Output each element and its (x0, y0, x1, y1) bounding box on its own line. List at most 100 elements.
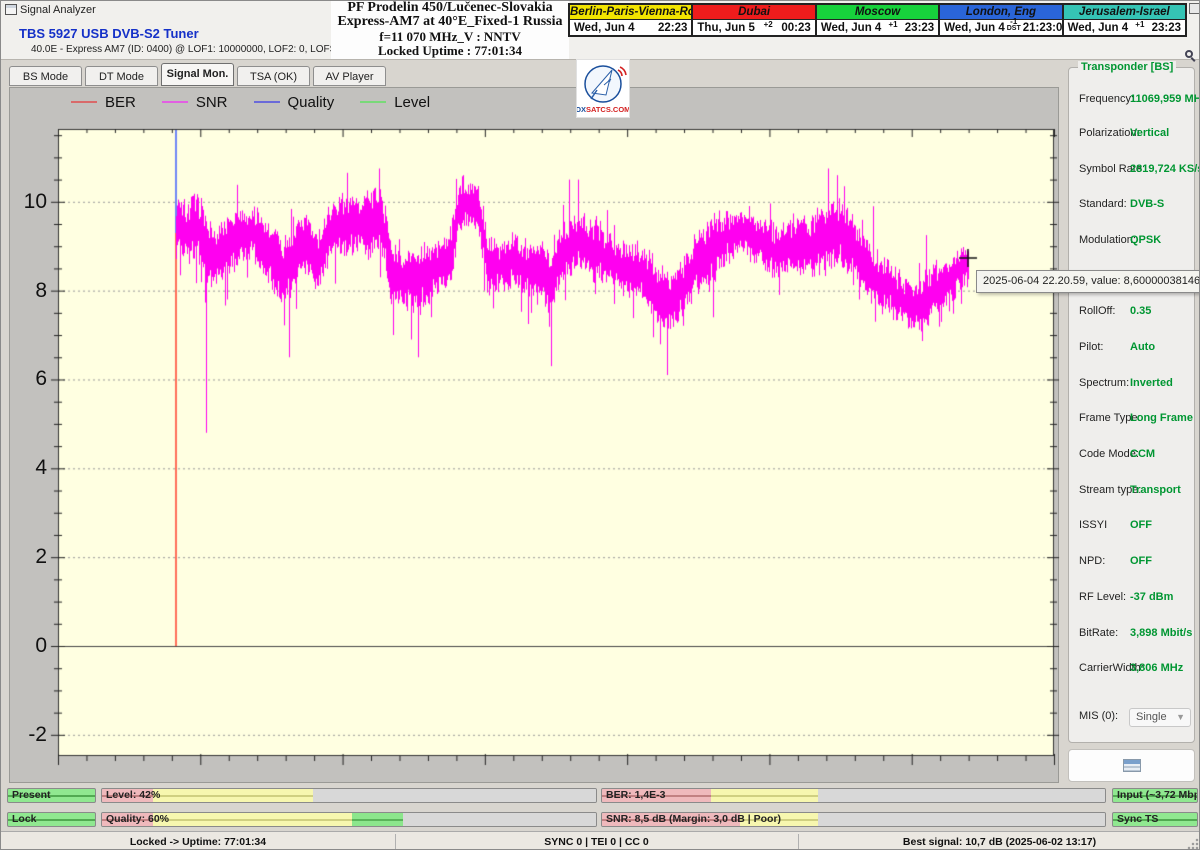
logo-text-dx: DX (577, 105, 586, 114)
clock-city: London, Eng (940, 5, 1061, 20)
transponder-label: Pilot: (1079, 341, 1103, 353)
transponder-label: Standard: (1079, 198, 1127, 210)
meter-segment-gray (818, 813, 1105, 826)
mis-select[interactable]: Single ▼ (1129, 708, 1191, 727)
clock-time-row: Wed, Jun 4+123:23 (1064, 20, 1185, 35)
app-icon (5, 4, 17, 15)
offset-value: +1 (1135, 21, 1144, 28)
transponder-label: Modulation: (1079, 234, 1136, 246)
clock-time-row: Wed, Jun 422:23 (570, 20, 691, 35)
transponder-value: Long Frame (1130, 412, 1193, 424)
clock-time-row: Thu, Jun 5 +2 00:23 (693, 20, 814, 35)
clock-utc-offset: +1 (1135, 21, 1144, 28)
meter-segment-gray (313, 789, 596, 802)
y-tick-label: 0 (11, 633, 47, 659)
transponder-label: Spectrum: (1079, 377, 1129, 389)
meter-segment-yellow (153, 813, 352, 826)
clock-4: Jerusalem-IsraelWed, Jun 4+123:23 (1062, 5, 1185, 35)
header-line-1: PF Prodelin 450/Lučenec-Slovakia (331, 1, 569, 15)
meter-present: Present (7, 788, 96, 803)
meter-segments (102, 813, 596, 826)
clock-date: Thu, Jun 5 (697, 22, 755, 34)
tab-signal-mon-[interactable]: Signal Mon. (161, 63, 234, 86)
clock-utc-offset: +2 (764, 21, 773, 28)
meter-input-3-72-mbps-: Input (~3,72 Mbps) (1112, 788, 1198, 803)
status-uptime: Locked -> Uptime: 77:01:34 (1, 832, 395, 850)
transponder-label: Frequency: (1079, 93, 1134, 105)
status-best-signal: Best signal: 10,7 dB (2025-06-02 13:17) (798, 832, 1200, 850)
transponder-value: OFF (1130, 519, 1152, 531)
header-line-2: Express-AM7 at 40°E_Fixed-1 Russia (331, 15, 569, 29)
tab-av-player[interactable]: AV Player (313, 66, 386, 86)
mis-label: MIS (0): (1079, 710, 1118, 722)
magnifier-icon[interactable] (1185, 50, 1198, 63)
meter-label: Lock (12, 813, 37, 826)
clock-utc-offset: +1 (888, 21, 897, 28)
offset-value: +1 (888, 21, 897, 28)
tab-tsa-ok-[interactable]: TSA (OK) (237, 66, 310, 86)
legend-item-quality: Quality (254, 94, 335, 111)
clock-date: Wed, Jun 4 (821, 22, 882, 34)
chart-legend: BER SNR Quality Level (9, 87, 631, 117)
transponder-value: 11069,959 MHz (1130, 93, 1200, 105)
meter-sync-ts: Sync TS (1112, 812, 1198, 827)
transponder-label: RollOff: (1079, 305, 1115, 317)
meter-ber: BER: 1,4E-3 (601, 788, 1106, 803)
legend-label: SNR (196, 94, 228, 111)
legend-label: Level (394, 94, 430, 111)
transponder-list-button[interactable] (1068, 749, 1195, 782)
world-clocks: Berlin-Paris-Vienna-RomaWed, Jun 422:23D… (568, 3, 1187, 37)
tab-dt-mode[interactable]: DT Mode (85, 66, 158, 86)
clock-time-row: Wed, Jun 4-1DST21:23:08 (940, 20, 1061, 35)
corner-grip-icon[interactable] (1189, 3, 1200, 14)
svg-text:DXSATCS.COM: DXSATCS.COM (577, 105, 629, 114)
legend-label: BER (105, 94, 136, 111)
meter-label: Quality: 60% (106, 813, 169, 826)
data-point-tooltip: 2025-06-04 22.20.59, value: 8,6000003814… (976, 270, 1200, 293)
tab-bs-mode[interactable]: BS Mode (9, 66, 82, 86)
meter-label: BER: 1,4E-3 (606, 789, 666, 802)
transponder-label: BitRate: (1079, 627, 1118, 639)
chevron-down-icon: ▼ (1176, 709, 1185, 726)
clock-time: 23:23 (905, 22, 934, 34)
meter-segment-gray (403, 813, 596, 826)
clock-date: Wed, Jun 4 (574, 22, 635, 34)
meter-quality: Quality: 60% (101, 812, 597, 827)
meter-segment-green (352, 813, 403, 826)
clock-time-row: Wed, Jun 4 +1 23:23 (817, 20, 938, 35)
meter-label: Present (12, 789, 51, 802)
offset-value: +2 (764, 21, 773, 28)
legend-swatch-level (360, 101, 386, 103)
resize-grip[interactable] (1187, 838, 1199, 850)
clock-city: Dubai (693, 5, 814, 20)
meter-lock: Lock (7, 812, 96, 827)
meter-level: Level: 42% (101, 788, 597, 803)
transponder-value: 2819,724 KS/s (1130, 163, 1200, 175)
snr-plot-canvas[interactable] (46, 127, 1060, 767)
transponder-label: ISSYI (1079, 519, 1107, 531)
signal-analyzer-window: Signal Analyzer TBS 5927 USB DVB-S2 Tune… (0, 0, 1200, 850)
meter-snr: SNR: 8,5 dB (Margin: 3,0 dB | Poor) (601, 812, 1106, 827)
clock-3: London, EngWed, Jun 4-1DST21:23:08 (938, 5, 1061, 35)
meter-label: Input (~3,72 Mbps) (1117, 789, 1198, 802)
clock-city: Berlin-Paris-Vienna-Roma (570, 5, 691, 20)
clock-date: Wed, Jun 4 (944, 22, 1005, 34)
clock-time: 23:23 (1152, 22, 1181, 34)
transponder-value: 3,898 Mbit/s (1130, 627, 1192, 639)
y-tick-label: 6 (11, 366, 47, 392)
offset-value: -1 (1007, 18, 1021, 25)
y-tick-label: 2 (11, 544, 47, 570)
transponder-label: NPD: (1079, 555, 1105, 567)
status-sync: SYNC 0 | TEI 0 | CC 0 (395, 832, 798, 850)
transponder-value: 3,806 MHz (1130, 662, 1183, 674)
clock-time: 00:23 (781, 22, 810, 34)
y-tick-label: -2 (11, 722, 47, 748)
meter-segment-yellow (711, 789, 819, 802)
legend-item-ber: BER (71, 94, 136, 111)
legend-item-snr: SNR (162, 94, 228, 111)
site-header: PF Prodelin 450/Lučenec-Slovakia Express… (331, 1, 569, 59)
y-tick-label: 4 (11, 455, 47, 481)
legend-swatch-snr (162, 101, 188, 103)
meter-label: Level: 42% (106, 789, 160, 802)
clock-city: Moscow (817, 5, 938, 20)
